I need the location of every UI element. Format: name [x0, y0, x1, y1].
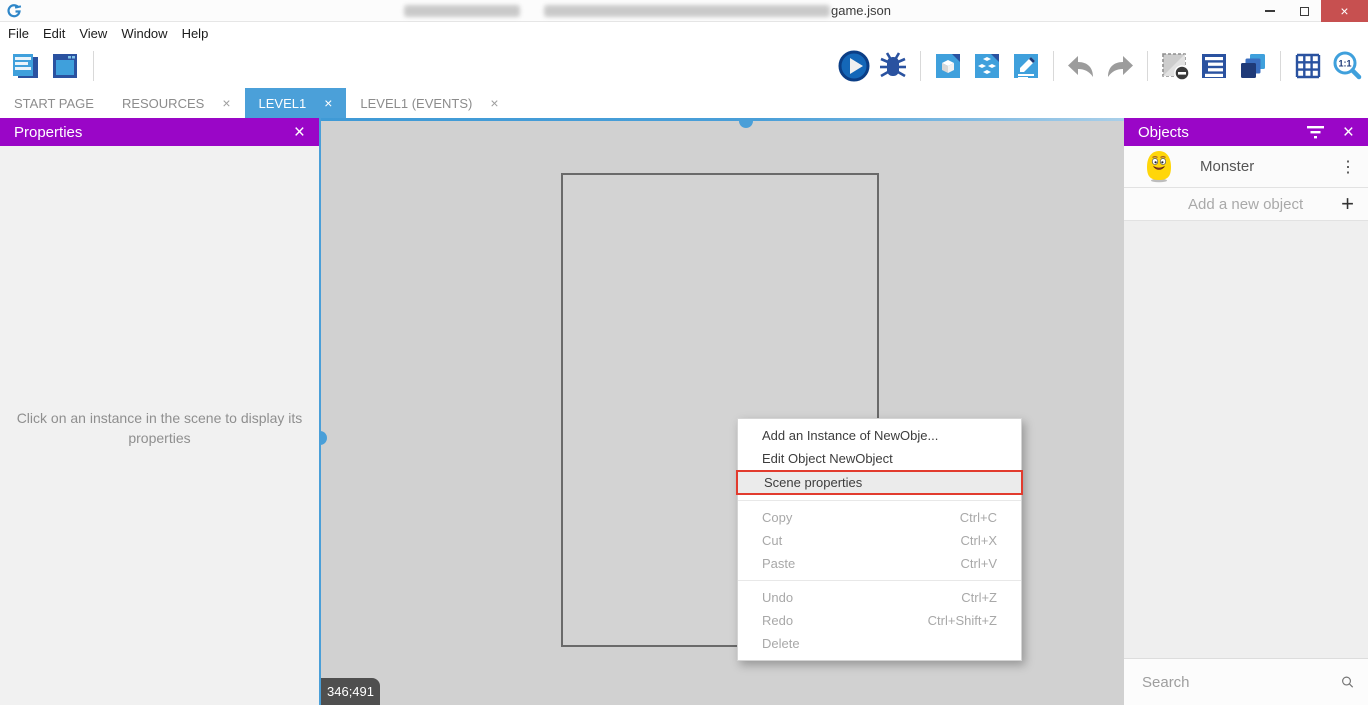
close-panel-icon[interactable]: × — [294, 123, 305, 142]
project-manager-icon — [9, 50, 41, 82]
svg-text:1:1: 1:1 — [1338, 59, 1351, 69]
add-object-row[interactable]: Add a new object + — [1124, 188, 1368, 221]
edit-pencil-icon — [1010, 50, 1042, 82]
layers-icon — [1237, 50, 1269, 82]
objects-panel-header: Objects × — [1124, 118, 1368, 146]
tab-start-page[interactable]: START PAGE — [0, 88, 108, 118]
plus-icon[interactable]: + — [1341, 191, 1354, 217]
grid-button[interactable] — [1291, 49, 1325, 83]
menu-view[interactable]: View — [79, 26, 118, 41]
menu-item-copy[interactable]: Copy Ctrl+C — [738, 506, 1021, 529]
debug-bug-icon — [877, 50, 909, 82]
menu-item-undo[interactable]: Undo Ctrl+Z — [738, 586, 1021, 609]
add-multiple-objects-button[interactable] — [970, 49, 1004, 83]
toggle-mask-icon — [1159, 50, 1191, 82]
menu-item-redo[interactable]: Redo Ctrl+Shift+Z — [738, 609, 1021, 632]
gdevelop-logo-icon — [6, 3, 22, 19]
properties-empty-message: Click on an instance in the scene to dis… — [10, 408, 309, 448]
tab-close-icon[interactable]: × — [222, 95, 230, 111]
objects-panel: Objects × Monster ⋮ Add a new object + — [1124, 118, 1368, 705]
edit-scene-button[interactable] — [1009, 49, 1043, 83]
debug-button[interactable] — [876, 49, 910, 83]
menu-item-scene-properties[interactable]: Scene properties — [736, 470, 1023, 495]
redacted-title-path — [544, 5, 830, 17]
restore-icon — [1300, 7, 1309, 16]
menu-divider — [738, 500, 1021, 501]
play-preview-button[interactable] — [837, 49, 871, 83]
objects-search-row — [1124, 658, 1368, 705]
monster-object-icon — [1146, 150, 1172, 183]
close-panel-icon[interactable]: × — [1343, 123, 1354, 142]
object-more-icon[interactable]: ⋮ — [1340, 157, 1356, 177]
restore-button[interactable] — [1287, 0, 1321, 22]
toolbar-separator — [1053, 51, 1054, 81]
menu-bar: File Edit View Window Help — [0, 22, 1368, 44]
redo-icon — [1104, 50, 1136, 82]
minimize-button[interactable] — [1253, 0, 1287, 22]
toggle-mask-button[interactable] — [1158, 49, 1192, 83]
toolbar-separator — [1147, 51, 1148, 81]
context-menu: Add an Instance of NewObje... Edit Objec… — [737, 418, 1022, 661]
toolbar: 1:1 — [0, 44, 1368, 88]
tab-level1[interactable]: LEVEL1 × — [245, 88, 347, 118]
add-object-label: Add a new object — [1124, 196, 1341, 213]
properties-panel-title: Properties — [14, 124, 82, 141]
redacted-title-text — [404, 5, 520, 17]
menu-window[interactable]: Window — [121, 26, 178, 41]
tab-close-icon[interactable]: × — [490, 95, 498, 111]
horizontal-panel-divider[interactable] — [321, 118, 1124, 121]
filter-icon[interactable] — [1306, 125, 1325, 140]
grid-icon — [1292, 50, 1324, 82]
start-page-window-icon — [49, 50, 81, 82]
start-page-button[interactable] — [48, 49, 82, 83]
instances-list-icon — [1198, 50, 1230, 82]
object-list-item[interactable]: Monster ⋮ — [1124, 146, 1368, 188]
undo-button[interactable] — [1064, 49, 1098, 83]
add-object-button[interactable] — [931, 49, 965, 83]
objects-panel-title: Objects — [1138, 124, 1189, 141]
menu-divider — [738, 580, 1021, 581]
layers-button[interactable] — [1236, 49, 1270, 83]
zoom-one-to-one-button[interactable]: 1:1 — [1330, 49, 1364, 83]
properties-panel-header: Properties × — [0, 118, 319, 146]
tab-resources[interactable]: RESOURCES × — [108, 88, 245, 118]
menu-item-cut[interactable]: Cut Ctrl+X — [738, 529, 1021, 552]
object-name: Monster — [1200, 158, 1340, 175]
menu-help[interactable]: Help — [182, 26, 220, 41]
menu-file[interactable]: File — [8, 26, 40, 41]
objects-search-input[interactable] — [1142, 674, 1341, 691]
window-title: game.json — [831, 3, 891, 18]
undo-icon — [1065, 50, 1097, 82]
menu-item-edit-object[interactable]: Edit Object NewObject — [738, 447, 1021, 470]
tab-close-icon[interactable]: × — [324, 95, 332, 111]
close-button[interactable]: × — [1321, 0, 1368, 22]
tab-level1-events[interactable]: LEVEL1 (EVENTS) × — [346, 88, 512, 118]
minimize-icon — [1265, 10, 1275, 12]
project-manager-button[interactable] — [8, 49, 42, 83]
title-bar: game.json × — [0, 0, 1368, 22]
cursor-coordinates-badge: 346;491 — [321, 678, 380, 705]
toolbar-separator — [920, 51, 921, 81]
search-icon[interactable] — [1341, 672, 1354, 692]
properties-panel: Properties × Click on an instance in the… — [0, 118, 319, 705]
close-icon: × — [1340, 3, 1348, 19]
zoom-one-to-one-icon: 1:1 — [1330, 49, 1364, 83]
editor-tabs: START PAGE RESOURCES × LEVEL1 × LEVEL1 (… — [0, 88, 1368, 118]
redo-button[interactable] — [1103, 49, 1137, 83]
toolbar-separator — [1280, 51, 1281, 81]
add-object-icon — [932, 50, 964, 82]
window-controls: × — [1253, 0, 1368, 22]
play-icon — [837, 49, 871, 83]
add-multiple-objects-icon — [971, 50, 1003, 82]
menu-item-delete[interactable]: Delete — [738, 632, 1021, 655]
menu-edit[interactable]: Edit — [43, 26, 76, 41]
menu-item-paste[interactable]: Paste Ctrl+V — [738, 552, 1021, 575]
instances-list-button[interactable] — [1197, 49, 1231, 83]
toolbar-separator — [93, 51, 94, 81]
menu-item-add-instance[interactable]: Add an Instance of NewObje... — [738, 424, 1021, 447]
